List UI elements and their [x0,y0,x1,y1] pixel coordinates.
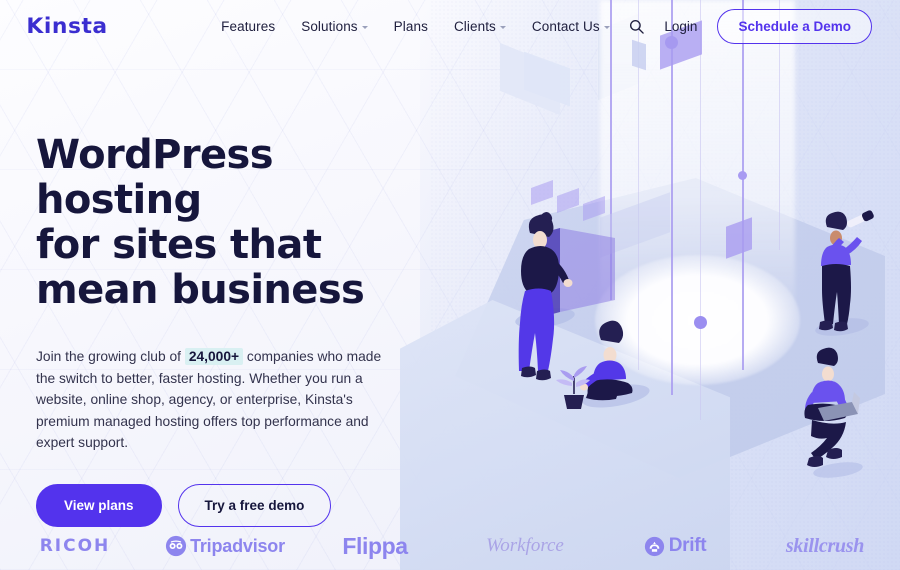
deco-para-5 [531,179,553,206]
nav-item-features[interactable]: Features [221,19,275,34]
drift-chat-icon [644,536,664,556]
skillcrush-wordmark: skillcrush [785,534,865,557]
nav-item-clients[interactable]: Clients [454,19,506,34]
drift-wordmark: Drift [668,535,707,556]
chevron-down-icon [499,25,506,29]
try-free-demo-button[interactable]: Try a free demo [177,483,332,527]
headline-line-1: WordPress hosting [36,132,274,223]
ricoh-wordmark: RICOH [39,536,111,556]
page-title: WordPress hosting for sites that mean bu… [36,133,436,313]
nav-item-plans[interactable]: Plans [394,19,428,34]
client-logo-skillcrush[interactable]: skillcrush [750,535,900,558]
hero-section: WordPress hosting for sites that mean bu… [36,133,436,527]
schedule-demo-button[interactable]: Schedule a Demo [717,8,872,44]
client-logo-tripadvisor[interactable]: Tripadvisor [150,535,300,557]
client-logo-drift[interactable]: Drift [600,535,750,557]
chevron-down-icon [361,25,368,29]
hero-page: Kinsta Features Solutions Plans Clients … [0,0,900,570]
nav-item-contact-us[interactable]: Contact Us [532,19,610,34]
client-logo-ricoh[interactable]: RICOH [0,536,150,556]
workforce-wordmark: Workforce [486,535,564,556]
login-link[interactable]: Login [664,19,697,34]
site-header: Kinsta Features Solutions Plans Clients … [0,0,900,52]
deco-vline-5 [742,0,744,370]
client-logo-bar: RICOH Tripadvisor Flippa Workforce Drift… [0,522,900,570]
drift-lockup: Drift [644,535,707,557]
nav-item-solutions[interactable]: Solutions [301,18,368,34]
paragraph-before: Join the growing club of [36,349,181,364]
deco-dot-3 [694,316,707,329]
hero-paragraph: Join the growing club of 24,000+ compani… [36,346,384,454]
headline-line-3: mean business [36,267,365,313]
header-actions: Login Schedule a Demo [629,8,872,44]
search-icon[interactable] [629,19,645,34]
kinsta-logo[interactable]: Kinsta [26,14,107,38]
flippa-wordmark: Flippa [342,532,408,559]
main-navigation: Features Solutions Plans Clients Contact… [221,19,610,34]
deco-dot-2 [738,171,747,180]
nav-label: Features [221,18,276,34]
nav-label: Solutions [301,18,358,34]
tripadvisor-lockup: Tripadvisor [165,535,285,557]
nav-label: Plans [393,18,428,34]
view-plans-button[interactable]: View plans [36,483,162,527]
deco-vline-4 [700,0,701,420]
chevron-down-icon [603,25,610,29]
client-logo-workforce[interactable]: Workforce [450,535,600,557]
customer-count-highlight: 24,000+ [184,348,244,365]
tripadvisor-wordmark: Tripadvisor [190,535,285,556]
nav-label: Contact Us [531,18,600,34]
client-logo-flippa[interactable]: Flippa [300,533,450,560]
tripadvisor-owl-icon [165,535,187,557]
headline-line-2: for sites that [36,222,322,268]
hero-button-row: View plans Try a free demo [36,483,436,527]
nav-label: Clients [453,18,496,34]
